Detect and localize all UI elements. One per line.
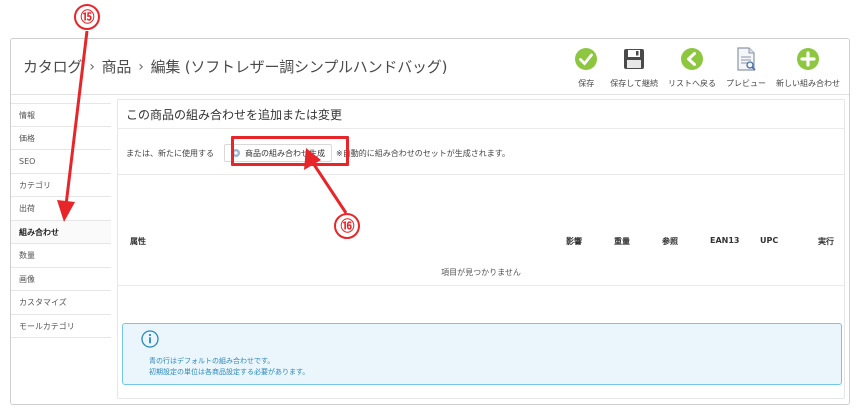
info-alert: 青の行はデフォルトの組み合わせです。 初期設定の単位は各商品設定する必要がありま…	[122, 323, 842, 385]
preview-document-icon	[732, 45, 760, 73]
save-button-label: 保存	[578, 79, 595, 88]
sidebar-item-mall-category[interactable]: モールカテゴリ	[11, 315, 111, 338]
sidebar-item-images[interactable]: 画像	[11, 268, 111, 291]
save-and-stay-label: 保存して継続	[610, 79, 658, 88]
page-header: カタログ › 商品 › 編集 (ソフトレザー調シンプルハンドバッグ) 保存 保存して継続…	[11, 39, 849, 95]
save-and-stay-button[interactable]: 保存して継続	[605, 45, 663, 91]
plus-circle-icon	[794, 45, 822, 73]
column-header-actions: 実行	[818, 237, 834, 246]
divider	[118, 128, 844, 129]
breadcrumb-products[interactable]: 商品	[102, 58, 132, 76]
sidebar-item-shipping[interactable]: 出荷	[11, 197, 111, 221]
sidebar-item-price[interactable]: 価格	[11, 127, 111, 150]
floppy-disk-icon	[620, 45, 648, 73]
product-edit-window: カタログ › 商品 › 編集 (ソフトレザー調シンプルハンドバッグ) 保存 保存して継続…	[10, 38, 850, 405]
sidebar-item-category[interactable]: カテゴリ	[11, 174, 111, 197]
sidebar-item-combinations[interactable]: 組み合わせ	[11, 220, 111, 244]
breadcrumb-separator: ›	[138, 58, 144, 75]
breadcrumb-separator: ›	[89, 58, 95, 75]
column-header-attribute: 属性	[130, 237, 146, 246]
back-to-list-label: リストへ戻る	[668, 79, 716, 88]
combination-generator-row: または、新たに使用する 商品の組み合わせ生成 ※自動的に組み合わせのセットが生成…	[126, 144, 510, 162]
sidebar-item-seo[interactable]: SEO	[11, 150, 111, 174]
toolbar: 保存 保存して継続 リストへ戻る プレビュー 新しい組み合わせ	[567, 45, 845, 91]
column-header-reference: 参照	[662, 237, 678, 246]
sidebar-item-quantity[interactable]: 数量	[11, 244, 111, 268]
generator-prefix-text: または、新たに使用する	[126, 148, 214, 158]
column-header-upc: UPC	[760, 236, 779, 245]
column-header-ean13: EAN13	[710, 236, 740, 245]
product-tabs-sidebar: 情報 価格 SEO カテゴリ 出荷 組み合わせ 数量 画像 カスタマイズ モール…	[11, 103, 111, 338]
column-header-impact: 影響	[566, 237, 582, 246]
sidebar-item-customize[interactable]: カスタマイズ	[11, 291, 111, 315]
column-header-weight: 重量	[614, 237, 630, 246]
generator-icon	[232, 149, 240, 157]
panel-title: この商品の組み合わせを追加または変更	[126, 108, 343, 122]
combinations-panel: この商品の組み合わせを追加または変更 または、新たに使用する 商品の組み合わせ生…	[117, 99, 845, 399]
check-circle-icon	[572, 45, 600, 73]
page-title: 編集 (ソフトレザー調シンプルハンドバッグ)	[150, 58, 448, 76]
generate-combinations-label: 商品の組み合わせ生成	[245, 148, 325, 158]
info-text-line-1: 青の行はデフォルトの組み合わせです。	[149, 357, 275, 365]
divider	[118, 174, 844, 175]
preview-button[interactable]: プレビュー	[721, 45, 771, 91]
new-combination-button[interactable]: 新しい組み合わせ	[771, 45, 845, 91]
annotation-callout-15: ⑮	[74, 4, 100, 30]
sidebar-item-info[interactable]: 情報	[11, 103, 111, 127]
empty-table-message: 項目が見つかりません	[118, 260, 844, 286]
annotation-callout-16: ⑯	[334, 213, 360, 239]
generate-combinations-button[interactable]: 商品の組み合わせ生成	[224, 144, 332, 162]
info-icon	[141, 330, 159, 348]
new-combination-label: 新しい組み合わせ	[776, 79, 840, 88]
info-text-line-2: 初期設定の単位は各商品設定する必要があります。	[149, 368, 310, 376]
preview-label: プレビュー	[726, 79, 766, 88]
save-button[interactable]: 保存	[567, 45, 605, 91]
combinations-table-header: 属性 影響 重量 参照 EAN13 UPC 実行	[126, 230, 838, 254]
arrow-left-circle-icon	[678, 45, 706, 73]
back-to-list-button[interactable]: リストへ戻る	[663, 45, 721, 91]
breadcrumb-catalog[interactable]: カタログ	[23, 58, 82, 76]
generator-note-text: ※自動的に組み合わせのセットが生成されます。	[336, 148, 510, 158]
breadcrumb: カタログ › 商品 › 編集 (ソフトレザー調シンプルハンドバッグ)	[23, 56, 447, 77]
